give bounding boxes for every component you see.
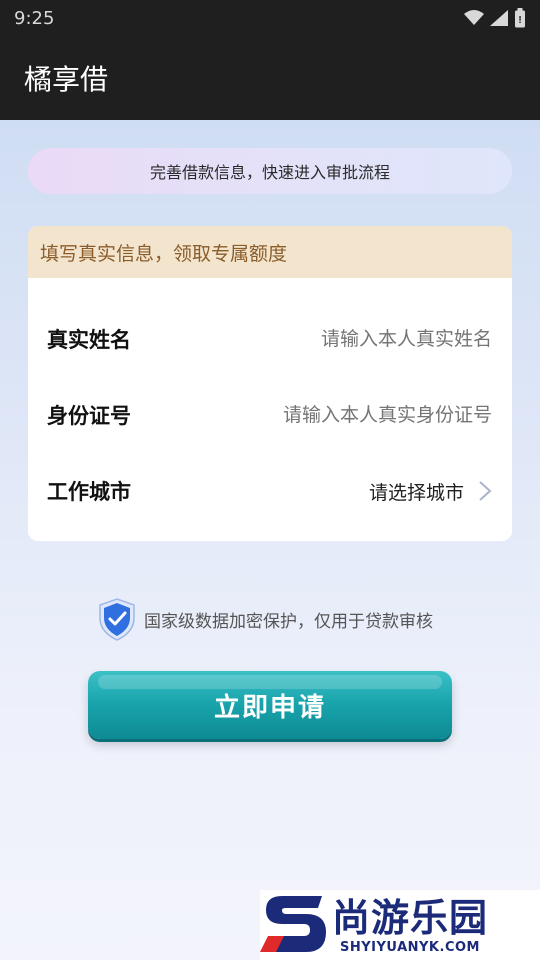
watermark-url: SHYIYUANYK.COM bbox=[340, 939, 480, 955]
info-banner: 完善借款信息，快速进入审批流程 bbox=[28, 148, 512, 194]
city-selector[interactable]: 请选择城市 bbox=[131, 478, 492, 505]
watermark: 尚游乐园 SHYIYUANYK.COM bbox=[260, 890, 540, 960]
form-header-text: 填写真实信息，领取专属额度 bbox=[40, 242, 288, 265]
apply-button[interactable]: 立即申请 bbox=[88, 671, 452, 739]
wifi-icon bbox=[464, 10, 484, 25]
id-label: 身份证号 bbox=[47, 404, 131, 428]
watermark-logo bbox=[260, 896, 326, 952]
city-row[interactable]: 工作城市 请选择城市 bbox=[28, 453, 512, 529]
name-row: 真实姓名 bbox=[28, 301, 512, 377]
app-title: 橘享借 bbox=[24, 63, 109, 96]
signal-icon bbox=[490, 10, 508, 26]
security-notice: 国家级数据加密保护，仅用于贷款审核 bbox=[94, 596, 454, 642]
svg-text:!: ! bbox=[518, 15, 521, 26]
status-time: 9:25 bbox=[14, 7, 55, 29]
info-form-card: 填写真实信息，领取专属额度 真实姓名 身份证号 工作城市 请选择城市 bbox=[28, 226, 512, 541]
name-label: 真实姓名 bbox=[47, 328, 131, 352]
watermark-title: 尚游乐园 bbox=[332, 895, 489, 940]
banner-text: 完善借款信息，快速进入审批流程 bbox=[149, 163, 390, 182]
city-value: 请选择城市 bbox=[368, 481, 464, 504]
chevron-right-icon bbox=[479, 481, 492, 501]
battery-icon: ! bbox=[515, 8, 525, 28]
name-input[interactable] bbox=[131, 328, 492, 350]
shield-check-icon bbox=[99, 598, 135, 641]
notice-text: 国家级数据加密保护，仅用于贷款审核 bbox=[144, 611, 433, 632]
id-number-input[interactable] bbox=[131, 404, 492, 426]
id-row: 身份证号 bbox=[28, 377, 512, 453]
form-header: 填写真实信息，领取专属额度 bbox=[28, 226, 512, 278]
status-bar: 9:25 ! bbox=[0, 0, 540, 36]
city-label: 工作城市 bbox=[47, 480, 131, 504]
status-icons: ! bbox=[464, 8, 526, 28]
app-bar: 橘享借 bbox=[0, 36, 540, 120]
watermark-text: 尚游乐园 SHYIYUANYK.COM bbox=[332, 896, 488, 955]
